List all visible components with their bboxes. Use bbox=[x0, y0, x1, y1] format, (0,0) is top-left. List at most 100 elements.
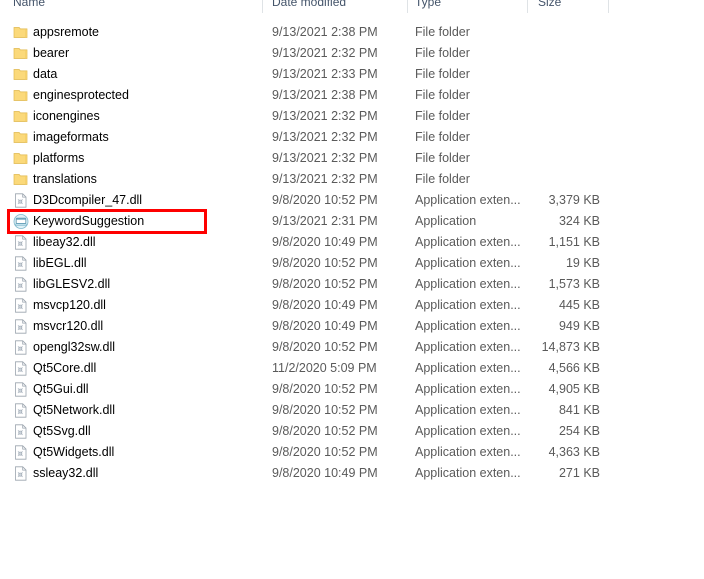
file-size-cell: 445 KB bbox=[558, 298, 600, 312]
column-divider-date-type[interactable] bbox=[407, 0, 408, 13]
file-list-row[interactable]: Qt5Widgets.dll 9/8/2020 10:52 PM Applicati… bbox=[0, 442, 704, 463]
folder-icon bbox=[13, 109, 29, 124]
file-list-row[interactable]: libGLESV2.dll 9/8/2020 10:52 PM Applicatio… bbox=[0, 274, 704, 295]
file-name-cell[interactable]: libEGL.dll bbox=[33, 253, 258, 274]
file-list-row[interactable]: Qt5Svg.dll 9/8/2020 10:52 PM Application e… bbox=[0, 421, 704, 442]
dll-file-icon bbox=[13, 361, 29, 376]
file-size-cell: 19 KB bbox=[565, 256, 600, 270]
date-modified-cell: 9/8/2020 10:52 PM bbox=[272, 340, 378, 354]
folder-icon bbox=[13, 172, 29, 187]
column-divider-type-size[interactable] bbox=[527, 0, 528, 13]
file-list-row[interactable]: imageformats 9/13/2021 2:32 PM File folder bbox=[0, 127, 704, 148]
date-modified-cell: 9/13/2021 2:33 PM bbox=[272, 67, 378, 81]
file-list-row[interactable]: appsremote 9/13/2021 2:38 PM File folder bbox=[0, 22, 704, 43]
dll-file-icon bbox=[13, 256, 29, 271]
column-divider-name-date[interactable] bbox=[262, 0, 263, 13]
date-modified-cell: 9/13/2021 2:32 PM bbox=[272, 130, 378, 144]
date-modified-cell: 9/13/2021 2:38 PM bbox=[272, 25, 378, 39]
column-header-type[interactable]: Type bbox=[415, 0, 515, 14]
dll-file-icon bbox=[13, 424, 29, 439]
file-list-row[interactable]: msvcp120.dll 9/8/2020 10:49 PM Application… bbox=[0, 295, 704, 316]
file-list-row[interactable]: libeay32.dll 9/8/2020 10:49 PM Application… bbox=[0, 232, 704, 253]
file-name-cell[interactable]: libeay32.dll bbox=[33, 232, 258, 253]
file-list-row[interactable]: ssleay32.dll 9/8/2020 10:49 PM Application… bbox=[0, 463, 704, 484]
file-list-row[interactable]: D3Dcompiler_47.dll 9/8/2020 10:52 PM Appli… bbox=[0, 190, 704, 211]
file-size-cell bbox=[498, 169, 600, 190]
column-header-size[interactable]: Size bbox=[538, 0, 598, 14]
file-list-row[interactable]: data 9/13/2021 2:33 PM File folder bbox=[0, 64, 704, 85]
dll-file-icon bbox=[13, 193, 29, 208]
file-size-cell bbox=[498, 64, 600, 85]
file-name-cell[interactable]: msvcp120.dll bbox=[33, 295, 258, 316]
file-name-cell[interactable]: iconengines bbox=[33, 106, 258, 127]
dll-file-icon bbox=[13, 298, 29, 313]
file-list-row[interactable]: Qt5Core.dll 11/2/2020 5:09 PM Application … bbox=[0, 358, 704, 379]
column-header-row: Name Date modified Type Size bbox=[0, 0, 704, 14]
date-modified-cell: 9/8/2020 10:52 PM bbox=[272, 403, 378, 417]
file-name-cell[interactable]: Qt5Core.dll bbox=[33, 358, 258, 379]
file-size-cell: 949 KB bbox=[558, 319, 600, 333]
file-size-cell: 4,905 KB bbox=[548, 382, 600, 396]
file-list-row[interactable]: opengl32sw.dll 9/8/2020 10:52 PM Applicati… bbox=[0, 337, 704, 358]
date-modified-cell: 9/8/2020 10:49 PM bbox=[272, 235, 378, 249]
file-name-cell[interactable]: opengl32sw.dll bbox=[33, 337, 258, 358]
dll-file-icon bbox=[13, 445, 29, 460]
file-name-cell[interactable]: imageformats bbox=[33, 127, 258, 148]
dll-file-icon bbox=[13, 340, 29, 355]
file-name-cell[interactable]: Qt5Svg.dll bbox=[33, 421, 258, 442]
file-list-row[interactable]: Qt5Gui.dll 9/8/2020 10:52 PM Application e… bbox=[0, 379, 704, 400]
dll-file-icon bbox=[13, 235, 29, 250]
date-modified-cell: 9/8/2020 10:49 PM bbox=[272, 319, 378, 333]
file-list-row[interactable]: platforms 9/13/2021 2:32 PM File folder bbox=[0, 148, 704, 169]
file-name-cell[interactable]: data bbox=[33, 64, 258, 85]
file-size-cell bbox=[498, 22, 600, 43]
file-size-cell: 254 KB bbox=[558, 424, 600, 438]
file-list-row[interactable]: libEGL.dll 9/8/2020 10:52 PM Application e… bbox=[0, 253, 704, 274]
file-name-cell[interactable]: KeywordSuggestion bbox=[33, 211, 258, 232]
file-size-cell: 4,363 KB bbox=[548, 445, 600, 459]
column-header-date-modified[interactable]: Date modified bbox=[272, 0, 397, 14]
folder-icon bbox=[13, 151, 29, 166]
file-list-row[interactable]: KeywordSuggestion 9/13/2021 2:31 PM Applic… bbox=[0, 211, 704, 232]
file-explorer-details-view: Name Date modified Type Size appsremote 9… bbox=[0, 0, 704, 579]
file-name-cell[interactable]: libGLESV2.dll bbox=[33, 274, 258, 295]
date-modified-cell: 9/8/2020 10:52 PM bbox=[272, 445, 378, 459]
file-size-cell bbox=[498, 127, 600, 148]
file-list-row[interactable]: translations 9/13/2021 2:32 PM File folder bbox=[0, 169, 704, 190]
date-modified-cell: 9/8/2020 10:52 PM bbox=[272, 256, 378, 270]
file-size-cell bbox=[498, 85, 600, 106]
file-name-cell[interactable]: Qt5Gui.dll bbox=[33, 379, 258, 400]
file-list: appsremote 9/13/2021 2:38 PM File folder be… bbox=[0, 22, 704, 484]
date-modified-cell: 9/13/2021 2:32 PM bbox=[272, 172, 378, 186]
file-size-cell bbox=[498, 148, 600, 169]
file-list-row[interactable]: bearer 9/13/2021 2:32 PM File folder bbox=[0, 43, 704, 64]
file-name-cell[interactable]: appsremote bbox=[33, 22, 258, 43]
file-size-cell: 324 KB bbox=[558, 214, 600, 228]
file-list-row[interactable]: Qt5Network.dll 9/8/2020 10:52 PM Applicati… bbox=[0, 400, 704, 421]
file-name-cell[interactable]: bearer bbox=[33, 43, 258, 64]
file-name-cell[interactable]: enginesprotected bbox=[33, 85, 258, 106]
file-size-cell: 4,566 KB bbox=[548, 361, 600, 375]
date-modified-cell: 9/8/2020 10:49 PM bbox=[272, 298, 378, 312]
file-name-cell[interactable]: translations bbox=[33, 169, 258, 190]
column-header-name[interactable]: Name bbox=[13, 0, 253, 14]
dll-file-icon bbox=[13, 466, 29, 481]
file-list-row[interactable]: iconengines 9/13/2021 2:32 PM File folder bbox=[0, 106, 704, 127]
date-modified-cell: 9/13/2021 2:32 PM bbox=[272, 151, 378, 165]
column-divider-size-end[interactable] bbox=[608, 0, 609, 13]
dll-file-icon bbox=[13, 403, 29, 418]
application-icon bbox=[13, 214, 29, 229]
file-size-cell: 14,873 KB bbox=[541, 340, 600, 354]
file-name-cell[interactable]: ssleay32.dll bbox=[33, 463, 258, 484]
file-size-cell bbox=[498, 43, 600, 64]
file-name-cell[interactable]: msvcr120.dll bbox=[33, 316, 258, 337]
file-name-cell[interactable]: platforms bbox=[33, 148, 258, 169]
date-modified-cell: 9/8/2020 10:52 PM bbox=[272, 424, 378, 438]
file-name-cell[interactable]: D3Dcompiler_47.dll bbox=[33, 190, 258, 211]
file-list-row[interactable]: enginesprotected 9/13/2021 2:38 PM File fo… bbox=[0, 85, 704, 106]
file-name-cell[interactable]: Qt5Network.dll bbox=[33, 400, 258, 421]
file-name-cell[interactable]: Qt5Widgets.dll bbox=[33, 442, 258, 463]
file-list-row[interactable]: msvcr120.dll 9/8/2020 10:49 PM Application… bbox=[0, 316, 704, 337]
file-size-cell: 1,151 KB bbox=[548, 235, 600, 249]
folder-icon bbox=[13, 25, 29, 40]
